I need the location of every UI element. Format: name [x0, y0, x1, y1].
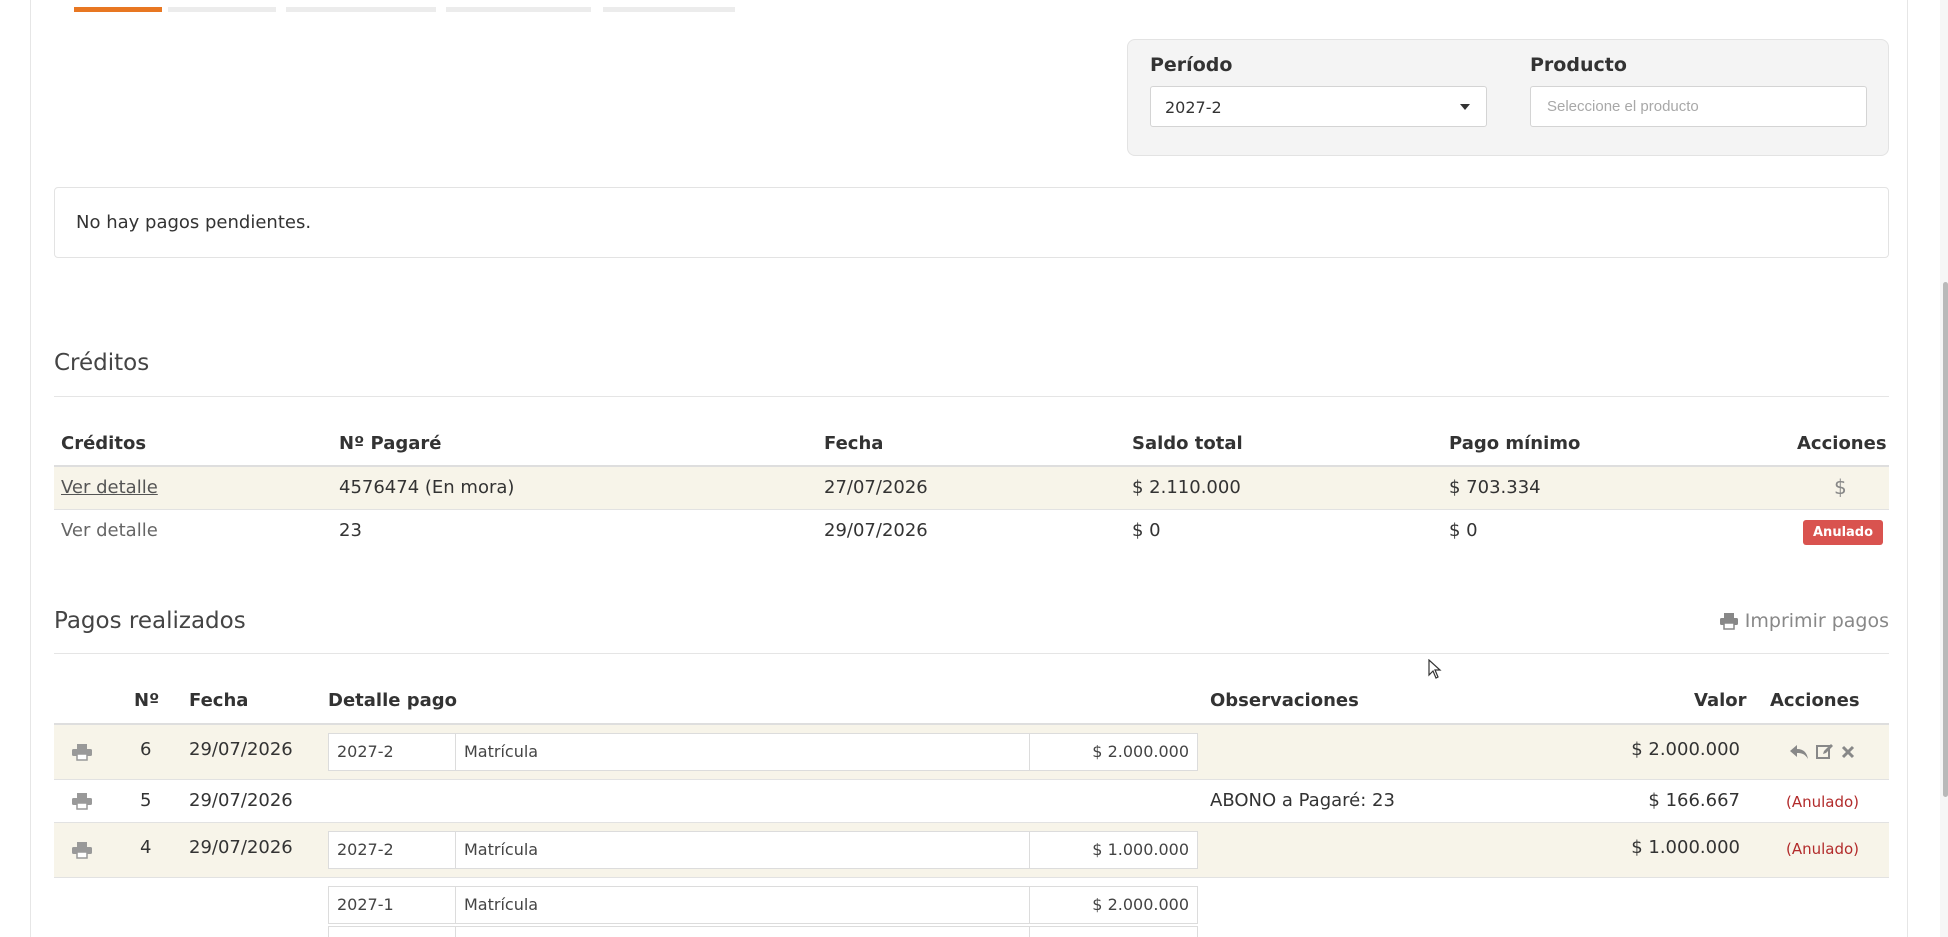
credits-divider: [54, 396, 1889, 397]
left-rail: [30, 0, 31, 937]
payments-col-fecha: Fecha: [189, 690, 249, 711]
credit-saldo: $ 2.110.000: [1132, 477, 1241, 498]
table-row: 4 29/07/2026 2027-2 Matrícula $ 1.000.00…: [54, 823, 1889, 877]
payment-fecha: 29/07/2026: [189, 837, 293, 858]
payment-fecha: 29/07/2026: [189, 790, 293, 811]
payments-col-detalle: Detalle pago: [328, 690, 457, 711]
step-tab-3[interactable]: [286, 7, 436, 12]
payments-title: Pagos realizados: [54, 608, 246, 634]
status-badge-anulado: Anulado: [1803, 520, 1884, 545]
table-row: 2027-1 Matrícula $ 2.000.000: [54, 878, 1889, 937]
payment-fecha: 29/07/2026: [189, 739, 293, 760]
pending-notice: No hay pagos pendientes.: [54, 187, 1889, 258]
view-detail-link[interactable]: Ver detalle: [61, 520, 158, 541]
product-label: Producto: [1530, 54, 1627, 76]
main-content: Período 2027-2 Producto No hay pagos pen…: [54, 0, 1889, 937]
period-label: Período: [1150, 54, 1233, 76]
status-anulado: (Anulado): [1786, 840, 1860, 858]
status-anulado: (Anulado): [1786, 793, 1860, 811]
credit-pagare: 23: [339, 520, 362, 541]
step-tab-1[interactable]: [74, 7, 162, 12]
printer-icon[interactable]: [71, 743, 93, 761]
print-payments-label: Imprimir pagos: [1744, 610, 1889, 632]
credits-col-fecha: Fecha: [824, 433, 884, 454]
payment-detail-box: 2027-1 Matrícula $ 2.000.000: [328, 886, 1198, 924]
detail-period: 2027-2: [337, 840, 394, 859]
credit-pagare: 4576474 (En mora): [339, 477, 515, 498]
detail-amount: $ 2.000.000: [1092, 895, 1189, 914]
payment-valor: $ 1.000.000: [1631, 837, 1740, 858]
step-tab-5[interactable]: [603, 7, 735, 12]
detail-amount: $ 1.000.000: [1092, 840, 1189, 859]
pending-message: No hay pagos pendientes.: [76, 212, 312, 233]
detail-amount: $ 2.000.000: [1092, 742, 1189, 761]
payment-obs: ABONO a Pagaré: 23: [1210, 790, 1395, 811]
cell-divider: [1029, 832, 1030, 868]
credit-minimo: $ 0: [1449, 520, 1478, 541]
payment-detail-box: [328, 926, 1198, 937]
cell-divider: [1029, 734, 1030, 770]
credits-col-pagare: Nº Pagaré: [339, 433, 442, 454]
reply-icon[interactable]: [1789, 744, 1809, 760]
payment-valor: $ 166.667: [1648, 790, 1740, 811]
payments-col-valor: Valor: [1694, 690, 1747, 711]
period-select-value: 2027-2: [1165, 98, 1222, 117]
close-icon[interactable]: [1841, 745, 1855, 759]
credit-saldo: $ 0: [1132, 520, 1161, 541]
cell-divider: [1029, 887, 1030, 923]
detail-concept: Matrícula: [464, 742, 539, 761]
step-tab-4[interactable]: [446, 7, 591, 12]
payment-num: 4: [140, 837, 152, 858]
table-row: Ver detalle 23 29/07/2026 $ 0 $ 0 Anulad…: [54, 510, 1889, 552]
payment-num: 6: [140, 739, 152, 760]
detail-period: 2027-1: [337, 895, 394, 914]
table-row: 6 29/07/2026 2027-2 Matrícula $ 2.000.00…: [54, 725, 1889, 779]
payment-num: 5: [140, 790, 152, 811]
credit-fecha: 29/07/2026: [824, 520, 928, 541]
detail-concept: Matrícula: [464, 840, 539, 859]
credits-col-saldo: Saldo total: [1132, 433, 1243, 454]
detail-concept: Matrícula: [464, 895, 539, 914]
edit-icon[interactable]: [1816, 743, 1834, 760]
credits-col-minimo: Pago mínimo: [1449, 433, 1581, 454]
payments-col-acciones: Acciones: [1770, 690, 1860, 711]
step-tab-2[interactable]: [168, 7, 276, 12]
cell-divider: [1029, 927, 1030, 937]
product-input[interactable]: [1530, 86, 1867, 127]
detail-period: 2027-2: [337, 742, 394, 761]
cell-divider: [455, 927, 456, 937]
view-detail-link[interactable]: Ver detalle: [61, 477, 158, 498]
payment-valor: $ 2.000.000: [1631, 739, 1740, 760]
mouse-cursor-icon: [1428, 659, 1442, 679]
payments-col-observaciones: Observaciones: [1210, 690, 1359, 711]
print-payments-button[interactable]: Imprimir pagos: [1719, 610, 1889, 632]
credit-fecha: 27/07/2026: [824, 477, 928, 498]
pay-dollar-icon[interactable]: $: [1834, 475, 1847, 499]
credits-title: Créditos: [54, 350, 150, 376]
credits-table: Créditos Nº Pagaré Fecha Saldo total Pag…: [54, 420, 1889, 565]
payments-col-num: Nº: [134, 690, 160, 711]
payment-detail-box: 2027-2 Matrícula $ 1.000.000: [328, 831, 1198, 869]
credits-col-acciones: Acciones: [1797, 433, 1887, 454]
printer-icon[interactable]: [71, 792, 93, 810]
printer-icon[interactable]: [71, 841, 93, 859]
table-row: Ver detalle 4576474 (En mora) 27/07/2026…: [54, 467, 1889, 509]
credits-col-creditos: Créditos: [61, 433, 147, 454]
table-row: 5 29/07/2026 ABONO a Pagaré: 23 $ 166.66…: [54, 780, 1889, 822]
payments-divider: [54, 653, 1889, 654]
filter-panel: Período 2027-2 Producto: [1127, 39, 1889, 156]
printer-icon: [1719, 613, 1738, 630]
right-rail: [1907, 0, 1908, 937]
period-select[interactable]: 2027-2: [1150, 86, 1487, 127]
scrollbar-thumb[interactable]: [1943, 282, 1948, 797]
payment-detail-box: 2027-2 Matrícula $ 2.000.000: [328, 733, 1198, 771]
caret-down-icon: [1460, 104, 1470, 110]
payments-table: Nº Fecha Detalle pago Observaciones Valo…: [54, 673, 1889, 937]
credit-minimo: $ 703.334: [1449, 477, 1541, 498]
